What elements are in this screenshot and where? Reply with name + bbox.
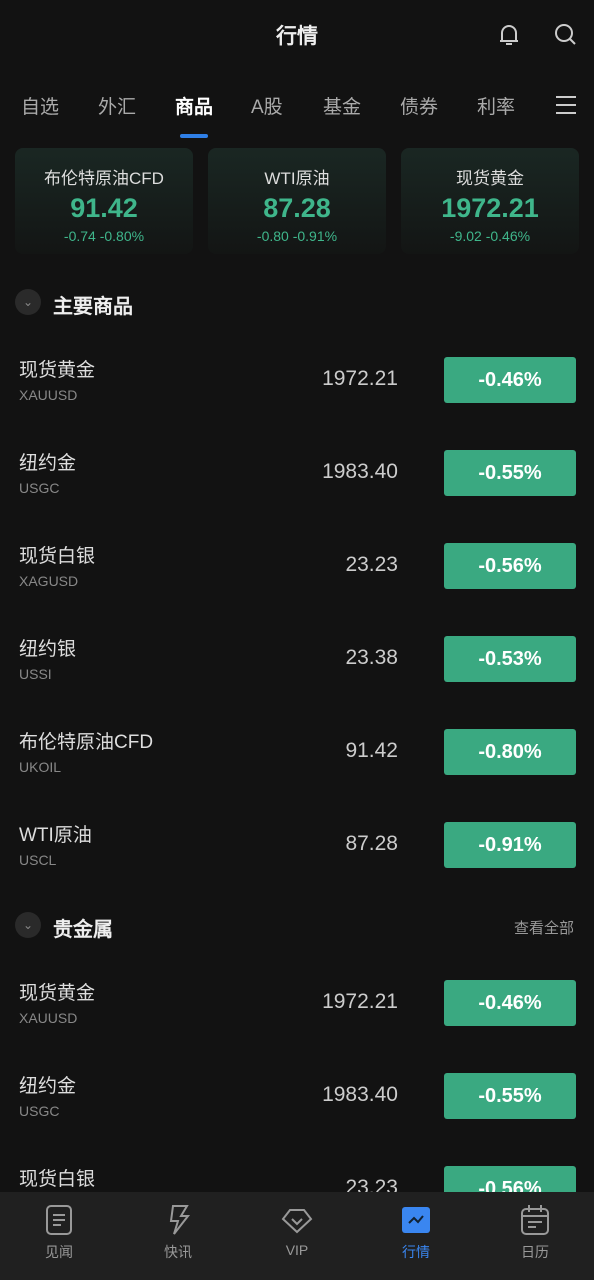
section-title: 主要商品 <box>53 296 133 318</box>
nav-label: 快讯 <box>164 1244 192 1260</box>
nav-vip[interactable]: VIP <box>257 1204 337 1258</box>
main-commodities-list: 现货黄金 XAUUSD 1972.21 -0.46% 纽约金 USGC 1983.… <box>0 335 594 893</box>
calendar-icon <box>521 1205 549 1235</box>
nav-label: 行情 <box>402 1244 430 1260</box>
item-name: 纽约金 <box>19 453 77 474</box>
item-price: 91.42 <box>345 739 398 762</box>
nav-calendar[interactable]: 日历 <box>495 1204 575 1262</box>
tab-bonds[interactable]: 债券 <box>400 92 438 119</box>
change-badge[interactable]: -0.46% <box>444 357 576 403</box>
section-title: 贵金属 <box>53 919 113 941</box>
top-bar: 行情 <box>0 0 594 70</box>
change-badge[interactable]: -0.91% <box>444 822 576 868</box>
change-badge[interactable]: -0.46% <box>444 980 576 1026</box>
item-code: USGC <box>19 480 60 496</box>
quote-card[interactable]: WTI原油 87.28 -0.80 -0.91% <box>208 148 386 254</box>
lightning-icon <box>169 1205 191 1235</box>
item-price: 87.28 <box>345 832 398 855</box>
item-code: XAUUSD <box>19 1010 78 1026</box>
item-code: USSI <box>19 666 52 682</box>
change-badge[interactable]: -0.55% <box>444 450 576 496</box>
item-name: WTI原油 <box>19 825 92 846</box>
change-badge[interactable]: -0.53% <box>444 636 576 682</box>
card-change: -0.80 -0.91% <box>256 228 338 244</box>
list-item[interactable]: WTI原油 USCL 87.28 -0.91% <box>0 800 594 893</box>
active-tab-indicator <box>180 134 208 138</box>
quote-card[interactable]: 现货黄金 1972.21 -9.02 -0.46% <box>401 148 579 254</box>
nav-markets[interactable]: 行情 <box>376 1204 456 1262</box>
tab-watchlist[interactable]: 自选 <box>21 92 59 119</box>
item-name: 现货白银 <box>19 1169 96 1190</box>
search-icon[interactable] <box>553 22 579 48</box>
item-name: 现货黄金 <box>19 360 96 381</box>
bell-icon[interactable] <box>496 22 522 48</box>
view-all-link[interactable]: 查看全部 <box>514 917 574 938</box>
tab-funds[interactable]: 基金 <box>323 92 361 119</box>
item-code: USGC <box>19 1103 60 1119</box>
nav-label: 日历 <box>521 1244 549 1260</box>
change-badge[interactable]: -0.56% <box>444 1166 576 1192</box>
section-header-precious-metals: ⌄ 贵金属 查看全部 <box>15 911 579 941</box>
tab-forex[interactable]: 外汇 <box>98 92 136 119</box>
nav-label: 见闻 <box>45 1244 73 1260</box>
change-badge[interactable]: -0.80% <box>444 729 576 775</box>
item-price: 23.38 <box>345 646 398 669</box>
chevron-down-icon[interactable]: ⌄ <box>15 289 41 315</box>
card-name: 布伦特原油CFD <box>44 169 164 188</box>
bottom-nav: 见闻 快讯 VIP 行情 日历 <box>0 1192 594 1280</box>
item-name: 现货黄金 <box>19 983 96 1004</box>
card-price: 87.28 <box>263 193 331 223</box>
list-item[interactable]: 现货黄金 XAUUSD 1972.21 -0.46% <box>0 958 594 1051</box>
item-name: 纽约金 <box>19 1076 77 1097</box>
item-price: 1972.21 <box>322 367 398 390</box>
list-item[interactable]: 纽约金 USGC 1983.40 -0.55% <box>0 428 594 521</box>
item-code: XAUUSD <box>19 387 78 403</box>
list-item[interactable]: 纽约金 USGC 1983.40 -0.55% <box>0 1051 594 1144</box>
card-name: WTI原油 <box>264 169 330 188</box>
item-name: 布伦特原油CFD <box>19 732 154 753</box>
tab-a-shares[interactable]: A股 <box>251 92 283 119</box>
card-price: 1972.21 <box>441 193 539 223</box>
menu-icon[interactable] <box>556 96 576 120</box>
item-price: 1983.40 <box>322 1083 398 1106</box>
card-name: 现货黄金 <box>456 169 524 188</box>
list-item[interactable]: 纽约银 USSI 23.38 -0.53% <box>0 614 594 707</box>
list-item[interactable]: 布伦特原油CFD UKOIL 91.42 -0.80% <box>0 707 594 800</box>
item-code: UKOIL <box>19 759 62 775</box>
document-icon <box>46 1205 72 1235</box>
list-item[interactable]: 现货黄金 XAUUSD 1972.21 -0.46% <box>0 335 594 428</box>
nav-news[interactable]: 见闻 <box>19 1204 99 1262</box>
item-price: 1972.21 <box>322 990 398 1013</box>
tab-rates[interactable]: 利率 <box>477 92 515 119</box>
precious-metals-list: 现货黄金 XAUUSD 1972.21 -0.46% 纽约金 USGC 1983.… <box>0 958 594 1192</box>
nav-label: VIP <box>285 1242 309 1258</box>
card-change: -0.74 -0.80% <box>63 228 145 244</box>
list-item[interactable]: 现货白银 XAGUSD 23.23 -0.56% <box>0 1144 594 1192</box>
item-name: 现货白银 <box>19 546 96 567</box>
item-price: 23.23 <box>345 1176 398 1192</box>
section-header-main: ⌄ 主要商品 <box>15 288 579 318</box>
item-price: 1983.40 <box>322 460 398 483</box>
tab-commodities[interactable]: 商品 <box>175 92 213 119</box>
nav-flash[interactable]: 快讯 <box>138 1204 218 1262</box>
item-code: XAGUSD <box>19 573 79 589</box>
change-badge[interactable]: -0.55% <box>444 1073 576 1119</box>
chevron-down-icon[interactable]: ⌄ <box>15 912 41 938</box>
trend-chart-icon <box>402 1207 430 1233</box>
diamond-icon <box>281 1209 313 1234</box>
category-tabs: 自选 外汇 商品 A股 基金 债券 利率 <box>0 88 594 138</box>
card-price: 91.42 <box>70 193 138 223</box>
item-code: USCL <box>19 852 57 868</box>
quote-card[interactable]: 布伦特原油CFD 91.42 -0.74 -0.80% <box>15 148 193 254</box>
item-name: 纽约银 <box>19 639 77 660</box>
change-badge[interactable]: -0.56% <box>444 543 576 589</box>
item-price: 23.23 <box>345 553 398 576</box>
card-change: -9.02 -0.46% <box>449 228 531 244</box>
quote-cards: 布伦特原油CFD 91.42 -0.74 -0.80% WTI原油 87.28 … <box>15 148 579 254</box>
list-item[interactable]: 现货白银 XAGUSD 23.23 -0.56% <box>0 521 594 614</box>
